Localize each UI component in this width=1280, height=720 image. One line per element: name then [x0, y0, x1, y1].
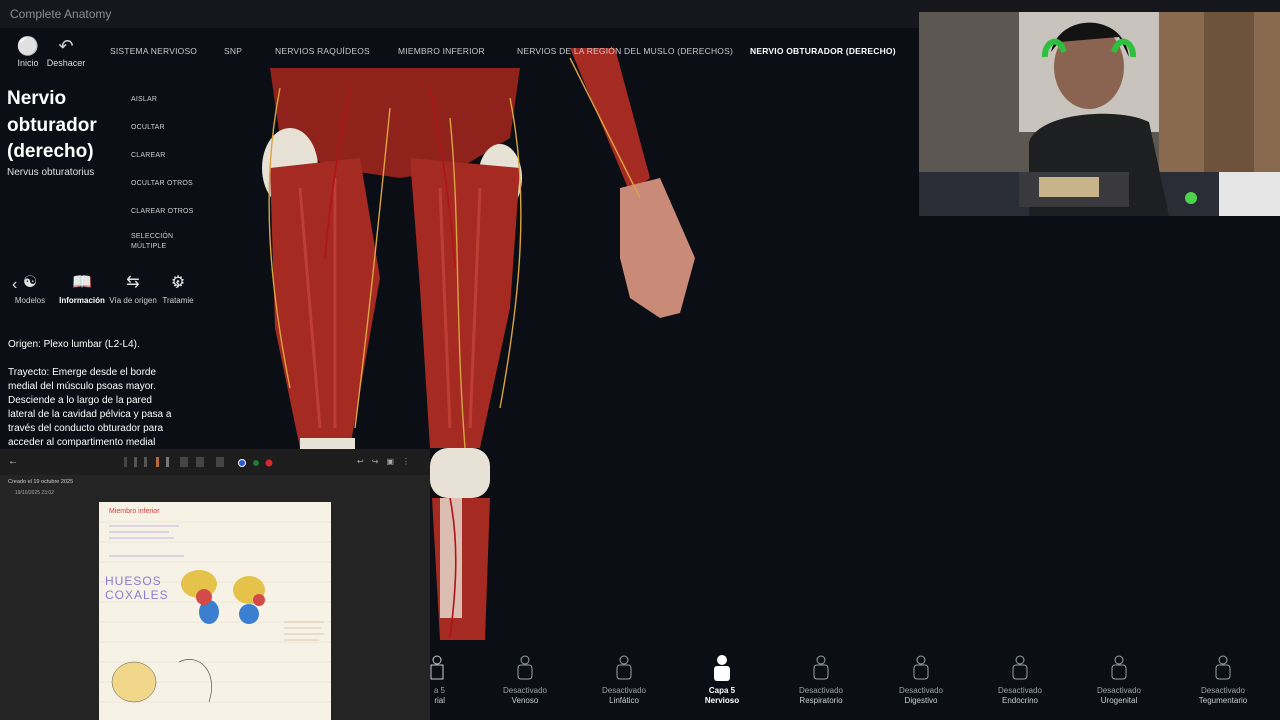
back-arrow-icon[interactable]: ←: [8, 456, 18, 467]
system-state: Desactivado: [502, 686, 548, 695]
tab-treatment[interactable]: ⚙ Tratamie: [158, 270, 198, 305]
fade-button[interactable]: CLAREAR: [131, 151, 201, 161]
book-icon: 📖: [72, 274, 92, 291]
system-state: a 5: [433, 686, 445, 695]
body-systems-bar: a 5 rial Desactivado Venoso Desactivado …: [430, 650, 1280, 720]
system-state: Desactivado: [798, 686, 844, 695]
system-state: Desactivado: [601, 686, 647, 695]
window-title: Complete Anatomy: [10, 7, 112, 21]
tab-models[interactable]: ☯ Modelos: [8, 270, 52, 305]
thigh-right: [410, 158, 520, 448]
system-state: Desactivado: [1096, 686, 1142, 695]
pathway-icon: ⇆: [126, 274, 140, 291]
breadcrumb-item-current[interactable]: NERVIO OBTURADOR (DERECHO): [750, 46, 896, 56]
knee-right: [430, 448, 490, 498]
fade-others-button[interactable]: CLAREAR OTROS: [131, 207, 201, 217]
system-state: Desactivado: [1200, 686, 1246, 695]
pen-toolbar[interactable]: [120, 455, 280, 469]
trajectory-line: lateral de la cavidad pélvica y pasa a: [8, 409, 172, 420]
system-name: rial: [434, 696, 445, 705]
nervous-body-icon: [677, 650, 767, 686]
structure-title: Nervio obturador (derecho): [7, 86, 127, 166]
structure-title-line: Nervio: [7, 88, 67, 109]
info-tabs: ☯ Modelos 📖 Información ⇆ Vía de origen …: [0, 270, 200, 316]
body-icon: [1178, 650, 1268, 686]
tab-pathway[interactable]: ⇆ Vía de origen: [108, 270, 158, 305]
trajectory-line: Trayecto: Emerge desde el borde: [8, 367, 157, 378]
system-name: Digestivo: [904, 696, 938, 705]
breadcrumb-item[interactable]: MIEMBRO INFERIOR: [398, 46, 485, 56]
webcam-feed: [919, 12, 1280, 216]
system-venous[interactable]: Desactivado Venoso: [480, 650, 570, 706]
system-state: Desactivado: [997, 686, 1043, 695]
system-digestive[interactable]: Desactivado Digestivo: [876, 650, 966, 706]
breadcrumb-item[interactable]: NERVIOS DE LA REGIÓN DEL MUSLO (DERECHOS…: [517, 46, 733, 56]
isolate-button[interactable]: AISLAR: [131, 95, 201, 105]
body-icon: [385, 650, 445, 686]
trajectory-line: acceder al compartimento medial: [8, 437, 156, 448]
tibia-right: [440, 498, 462, 618]
system-lymphatic[interactable]: Desactivado Linfático: [579, 650, 669, 706]
system-name: Venoso: [511, 696, 539, 705]
notes-actions[interactable]: ↩↪▣⋮: [357, 457, 418, 466]
system-state: Capa 5: [708, 686, 736, 695]
undo-label: Deshacer: [46, 58, 86, 68]
body-icon: [1074, 650, 1164, 686]
trajectory-text: Trayecto: Emerge desde el borde medial d…: [8, 366, 182, 450]
trajectory-line: Desciende a lo largo de la pared: [8, 395, 152, 406]
treatment-icon: ⚙: [170, 274, 186, 291]
body-icon: [579, 650, 669, 686]
structure-title-line: obturador: [7, 114, 97, 136]
latin-name: Nervus obturatorius: [7, 167, 95, 178]
system-name: Nervioso: [704, 696, 740, 705]
trajectory-line: medial del músculo psoas mayor.: [8, 381, 156, 392]
body-icon: [975, 650, 1065, 686]
breadcrumb-item[interactable]: NERVIOS RAQUÍDEOS: [275, 46, 370, 56]
system-respiratory[interactable]: Desactivado Respiratorio: [776, 650, 866, 706]
system-endocrine[interactable]: Desactivado Endocrino: [975, 650, 1065, 706]
undo-button[interactable]: ↶ Deshacer: [38, 34, 94, 68]
multi-select-button[interactable]: SELECCIÓN MÚLTIPLE: [131, 232, 201, 252]
notes-app[interactable]: ← ↩↪▣⋮ Creado el 19 octubre 2025 19/10/2…: [0, 449, 430, 720]
system-name: Tegumentario: [1198, 696, 1248, 705]
multi-select-label-2: MÚLTIPLE: [131, 243, 167, 250]
tab-information[interactable]: 📖 Información: [56, 270, 108, 305]
note-timestamp: 19/10/2025 23:02: [15, 490, 54, 496]
body-icon: [776, 650, 866, 686]
breadcrumb-item[interactable]: SNP: [224, 46, 242, 56]
tab-label: Tratamie: [162, 296, 194, 305]
body-icon: [480, 650, 570, 686]
tab-label: Información: [59, 296, 105, 305]
system-state: Desactivado: [898, 686, 944, 695]
forearm-right: [570, 48, 650, 193]
system-name: Urogenital: [1100, 696, 1138, 705]
breadcrumb-item[interactable]: SISTEMA NERVIOSO: [110, 46, 197, 56]
system-name: Linfático: [609, 696, 639, 705]
undo-icon: ↶: [58, 36, 74, 56]
hide-button[interactable]: OCULTAR: [131, 123, 201, 133]
models-icon: ☯: [22, 274, 38, 291]
system-urogenital[interactable]: Desactivado Urogenital: [1074, 650, 1164, 706]
system-nervous[interactable]: Capa 5 Nervioso: [677, 650, 767, 706]
system-name: Endocrino: [1001, 696, 1039, 705]
note-created-date: Creado el 19 octubre 2025: [8, 479, 74, 485]
structure-title-line: (derecho): [7, 141, 94, 162]
hide-others-button[interactable]: OCULTAR OTROS: [131, 179, 201, 189]
origin-text: Origen: Plexo lumbar (L2-L4).: [8, 339, 140, 350]
system-muscular[interactable]: a 5 rial: [385, 650, 445, 706]
body-icon: [876, 650, 966, 686]
note-drawing: [99, 521, 331, 703]
note-page[interactable]: Miembro inferior HUESOS COXALES: [99, 502, 331, 720]
trajectory-line: través del conducto obturador para: [8, 423, 164, 434]
system-name: Respiratorio: [799, 696, 843, 705]
multi-select-label-1: SELECCIÓN: [131, 233, 174, 240]
notes-toolbar: ← ↩↪▣⋮: [0, 449, 430, 475]
hand-right: [620, 178, 695, 318]
thigh-left: [270, 158, 380, 448]
sketch-title: HUESOS COXALES: [105, 574, 169, 602]
tab-label: Modelos: [14, 296, 46, 305]
system-integumentary[interactable]: Desactivado Tegumentario: [1178, 650, 1268, 706]
tab-label: Vía de origen: [109, 296, 157, 305]
